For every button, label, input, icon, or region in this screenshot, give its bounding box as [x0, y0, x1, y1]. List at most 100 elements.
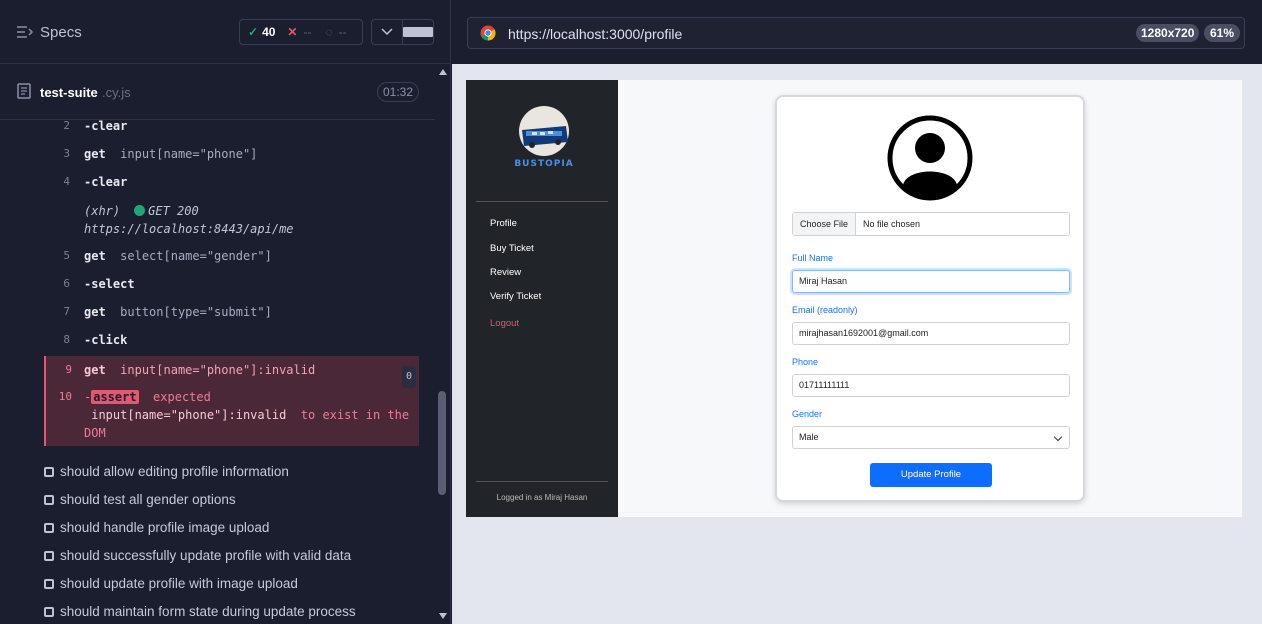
command-arg: button[type="submit"] [120, 305, 272, 319]
check-icon: ✓ [248, 25, 259, 39]
test-title: should successfully update profile with … [60, 548, 352, 563]
suite-name: test-suite [40, 85, 98, 100]
command-name: -select [84, 277, 135, 291]
update-profile-button[interactable]: Update Profile [870, 463, 992, 487]
scroll-down-icon[interactable] [439, 613, 447, 619]
assert-selector: input[name="phone"]:invalid [91, 408, 287, 422]
command-name: -clear [84, 175, 128, 189]
url-bar[interactable]: https://localhost:3000/profile 1280x720 … [467, 17, 1245, 49]
test-item[interactable]: should successfully update profile with … [44, 546, 351, 566]
sidebar-divider [476, 201, 608, 202]
test-item[interactable]: should update profile with image upload [44, 574, 298, 594]
xhr-status: GET 200 [148, 204, 199, 218]
chrome-icon [480, 25, 496, 41]
scroll-thumb[interactable] [438, 391, 446, 495]
pending-count: -- [338, 25, 347, 39]
duration-badge: 01:32 [377, 82, 419, 102]
phone-label: Phone [792, 357, 819, 367]
specs-list-icon[interactable] [16, 25, 34, 39]
command-name: -clear [84, 119, 128, 133]
failed-command-block[interactable]: 9 get input[name="phone"]:invalid 0 10 -… [44, 356, 419, 446]
email-input[interactable]: mirajhasan1692001@gmail.com [792, 322, 1070, 345]
reporter-panel: Specs ✓ 40 ✕ -- ◌ -- test-suite .cy.js 0… [0, 0, 451, 624]
specs-title[interactable]: Specs [40, 24, 82, 41]
command-name: get [84, 147, 106, 161]
command-row[interactable]: 3 get input[name="phone"] [44, 144, 419, 164]
test-status-icon [44, 551, 54, 561]
nav-profile[interactable]: Profile [490, 218, 517, 229]
suite-row[interactable]: test-suite .cy.js 01:32 [0, 65, 435, 120]
command-row[interactable]: 6 -select [44, 274, 419, 294]
assert-expected: expected [153, 390, 211, 404]
test-status-icon [44, 467, 54, 477]
command-row[interactable]: 7 get button[type="submit"] [44, 302, 419, 322]
command-row[interactable]: 2 -clear [44, 116, 419, 136]
command-row[interactable]: 5 get select[name="gender"] [44, 246, 419, 266]
logo-text: BUSTOPIA [514, 159, 573, 169]
command-number: 6 [63, 277, 70, 290]
command-number: 2 [63, 119, 70, 132]
chevron-down-icon[interactable] [372, 20, 402, 44]
command-row[interactable]: 4 -clear [44, 172, 419, 192]
gender-select[interactable]: Male [792, 426, 1070, 449]
bustopia-logo: BUSTOPIA [514, 106, 573, 169]
email-label: Email (readonly) [792, 305, 858, 315]
file-status: No file chosen [863, 219, 921, 229]
command-name: get [84, 305, 106, 319]
test-title: should update profile with image upload [60, 576, 298, 591]
command-number: 9 [65, 363, 72, 376]
run-controls [371, 19, 434, 45]
gender-value: Male [799, 432, 819, 442]
command-arg: select[name="gender"] [120, 249, 272, 263]
failed-get-row[interactable]: 9 get input[name="phone"]:invalid 0 [46, 360, 421, 388]
command-row[interactable]: 8 -click [44, 330, 419, 350]
status-dot-icon [134, 205, 146, 216]
logout-link[interactable]: Logout [490, 318, 519, 329]
command-arg: input[name="phone"] [120, 147, 258, 161]
command-number: 8 [63, 333, 70, 346]
stop-icon [403, 27, 433, 37]
element-count-badge: 0 [401, 366, 416, 388]
full-name-label: Full Name [792, 253, 834, 263]
test-item[interactable]: should handle profile image upload [44, 518, 269, 538]
test-item[interactable]: should maintain form state during update… [44, 602, 356, 622]
file-input[interactable]: Choose File No file chosen [792, 212, 1070, 236]
command-number: 7 [63, 305, 70, 318]
logged-in-text: Logged in as Miraj Hasan [496, 493, 588, 502]
stop-button[interactable] [402, 20, 433, 44]
failed-count: -- [303, 25, 312, 39]
url-bar-area: https://localhost:3000/profile 1280x720 … [452, 0, 1262, 64]
xhr-url: https://localhost:8443/api/me [84, 222, 294, 236]
chevron-down-icon [1053, 432, 1063, 442]
nav-review[interactable]: Review [490, 267, 521, 278]
test-status-icon [44, 607, 54, 617]
x-icon: ✕ [287, 25, 298, 39]
scroll-up-icon[interactable] [439, 69, 447, 75]
reporter-scrollbar[interactable] [436, 65, 450, 624]
stats-bar: ✓ 40 ✕ -- ◌ -- [239, 19, 363, 45]
test-title: should test all gender options [60, 492, 236, 507]
app-viewport: BUSTOPIA Profile Buy Ticket Review Verif… [466, 80, 1242, 517]
sidebar-divider [476, 481, 608, 482]
reporter-header: Specs ✓ 40 ✕ -- ◌ -- [0, 0, 450, 64]
test-title: should maintain form state during update… [60, 604, 356, 619]
test-item[interactable]: should test all gender options [44, 490, 236, 510]
test-status-icon [44, 579, 54, 589]
choose-file-button[interactable]: Choose File [793, 213, 857, 235]
command-number: 10 [58, 390, 72, 403]
test-title: should handle profile image upload [60, 520, 270, 535]
phone-input[interactable]: 01711111111 [792, 374, 1070, 397]
command-arg: input[name="phone"]:invalid [120, 363, 316, 377]
full-name-input[interactable]: Miraj Hasan [792, 270, 1070, 293]
nav-buy-ticket[interactable]: Buy Ticket [490, 243, 534, 254]
nav-verify-ticket[interactable]: Verify Ticket [490, 291, 541, 302]
passed-count: 40 [262, 25, 276, 39]
command-number: 5 [63, 249, 70, 262]
test-status-icon [44, 523, 54, 533]
gender-label: Gender [792, 409, 823, 419]
xhr-log[interactable]: (xhr) GET 200 https://localhost:8443/api/… [84, 202, 424, 238]
viewport-badge: 1280x720 [1136, 24, 1200, 42]
pending-icon: ◌ [325, 25, 333, 39]
app-sidebar: BUSTOPIA Profile Buy Ticket Review Verif… [466, 80, 618, 517]
test-item[interactable]: should allow editing profile information [44, 462, 289, 482]
